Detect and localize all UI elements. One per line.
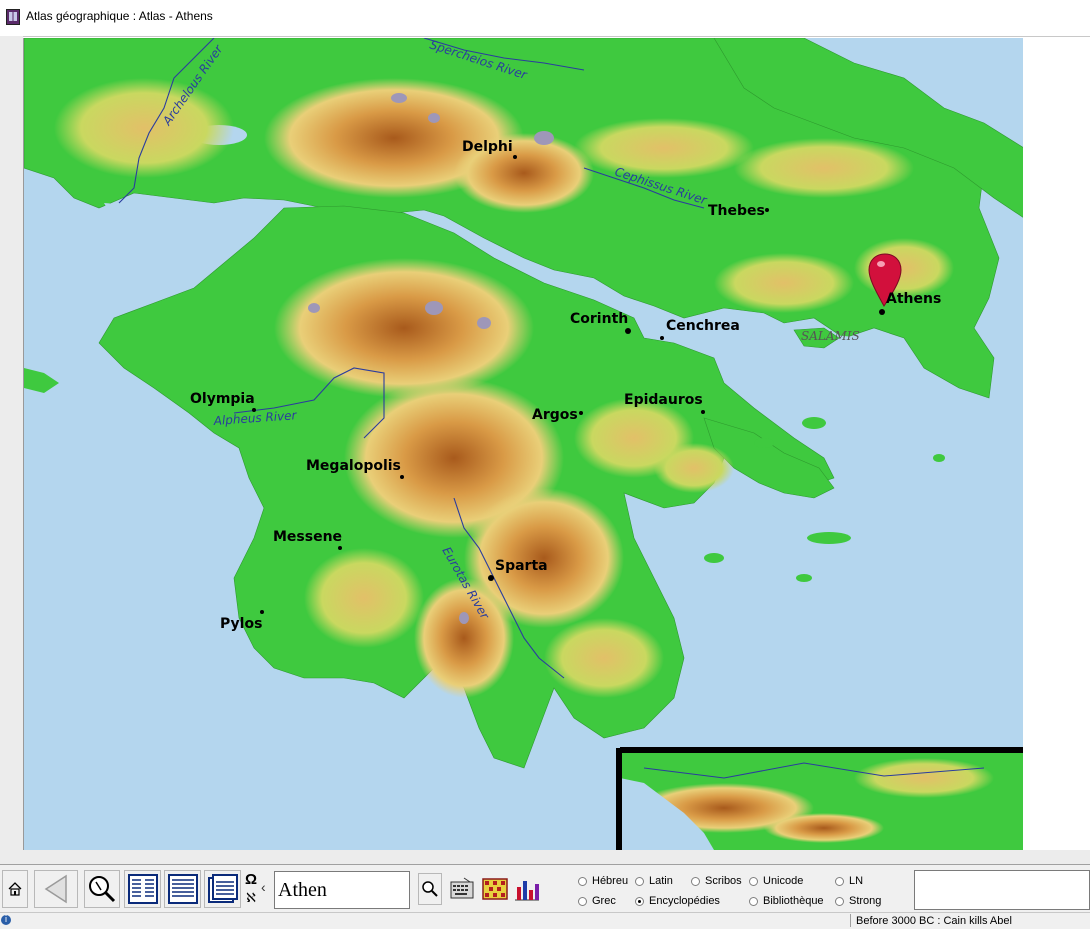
bar-chart-icon <box>515 881 539 901</box>
city-label-athens[interactable]: Athens <box>886 291 941 307</box>
radio-grec[interactable]: Grec <box>578 895 616 907</box>
island-small <box>796 574 812 582</box>
radio-ln[interactable]: LN <box>835 875 863 887</box>
lines-icon <box>167 874 198 904</box>
radio-dot[interactable] <box>578 896 587 906</box>
city-label-argos[interactable]: Argos <box>532 407 578 423</box>
radio-hebreu[interactable]: Hébreu <box>578 875 628 887</box>
radio-dot[interactable] <box>691 876 700 886</box>
radio-dot-selected[interactable] <box>635 896 644 906</box>
city-label-messene[interactable]: Messene <box>273 529 342 545</box>
radio-strong[interactable]: Strong <box>835 895 881 907</box>
city-label-olympia[interactable]: Olympia <box>190 391 255 407</box>
omega-button[interactable]: Ω <box>243 871 259 889</box>
grid-tool-button[interactable] <box>482 877 508 906</box>
city-label-corinth[interactable]: Corinth <box>570 311 628 327</box>
window-view-button[interactable] <box>204 870 241 908</box>
side-text-box[interactable] <box>914 870 1090 910</box>
radio-scribos[interactable]: Scribos <box>691 875 742 887</box>
city-label-cenchrea[interactable]: Cenchrea <box>666 318 740 334</box>
radio-dot[interactable] <box>835 876 844 886</box>
home-icon <box>8 882 22 896</box>
island-small <box>754 438 774 448</box>
back-arrow-icon <box>44 874 67 904</box>
city-label-thebes[interactable]: Thebes <box>708 203 765 219</box>
radio-unicode[interactable]: Unicode <box>749 875 803 887</box>
city-label-sparta[interactable]: Sparta <box>495 558 548 574</box>
aleph-button[interactable]: ℵ <box>243 889 259 907</box>
search-icon <box>422 881 438 897</box>
keyboard-button[interactable] <box>450 877 474 906</box>
app-icon <box>6 9 20 25</box>
radio-dot[interactable] <box>578 876 587 886</box>
side-pane <box>1023 38 1090 850</box>
search-button[interactable] <box>418 873 442 905</box>
radio-latin[interactable]: Latin <box>635 875 673 887</box>
island-label-salamis: SALAMIS <box>801 329 860 343</box>
columns-icon <box>127 874 158 904</box>
island-small <box>802 417 826 429</box>
city-label-epidauros[interactable]: Epidauros <box>624 392 703 408</box>
island-small <box>933 454 945 462</box>
search-input[interactable] <box>274 871 410 909</box>
radio-encyclopedies[interactable]: Encyclopédies <box>635 895 720 907</box>
radio-dot[interactable] <box>749 896 758 906</box>
inset-map[interactable] <box>616 747 1024 850</box>
home-button[interactable] <box>2 870 28 908</box>
zoom-button[interactable] <box>84 870 120 908</box>
radio-dot[interactable] <box>635 876 644 886</box>
bottom-frame <box>0 850 1090 864</box>
left-frame <box>0 36 23 862</box>
chevron-left-icon[interactable]: ‹ <box>261 879 266 895</box>
windows-icon <box>207 874 238 903</box>
relief-map[interactable]: Delphi Thebes Athens Corinth Cenchrea Ol… <box>24 38 1024 850</box>
keyboard-icon <box>450 877 474 899</box>
grid-icon <box>482 878 508 900</box>
radio-bibliotheque[interactable]: Bibliothèque <box>749 895 824 907</box>
radio-dot[interactable] <box>749 876 758 886</box>
status-bar: i Before 3000 BC : Cain kills Abel <box>0 912 1090 929</box>
city-label-megalopolis[interactable]: Megalopolis <box>306 458 401 474</box>
city-label-delphi[interactable]: Delphi <box>462 139 513 155</box>
radio-dot[interactable] <box>835 896 844 906</box>
title-bar: Atlas géographique : Atlas - Athens <box>0 0 1090 37</box>
island-small <box>807 532 851 544</box>
island-small <box>704 553 724 563</box>
magnifier-icon <box>89 876 116 903</box>
single-column-view-button[interactable] <box>164 870 201 908</box>
status-text: Before 3000 BC : Cain kills Abel <box>856 915 1012 927</box>
symbol-buttons: Ω ℵ <box>243 871 259 909</box>
city-label-pylos[interactable]: Pylos <box>220 616 262 632</box>
toolbar: Ω ℵ ‹ Hébreu Latin Scrib <box>0 864 1090 913</box>
statistics-button[interactable] <box>514 877 540 906</box>
two-column-view-button[interactable] <box>124 870 161 908</box>
window-title: Atlas géographique : Atlas - Athens <box>26 9 213 23</box>
info-icon: i <box>1 915 11 925</box>
back-button[interactable] <box>34 870 78 908</box>
map-view[interactable]: Delphi Thebes Athens Corinth Cenchrea Ol… <box>23 38 1024 850</box>
status-divider <box>850 914 851 927</box>
